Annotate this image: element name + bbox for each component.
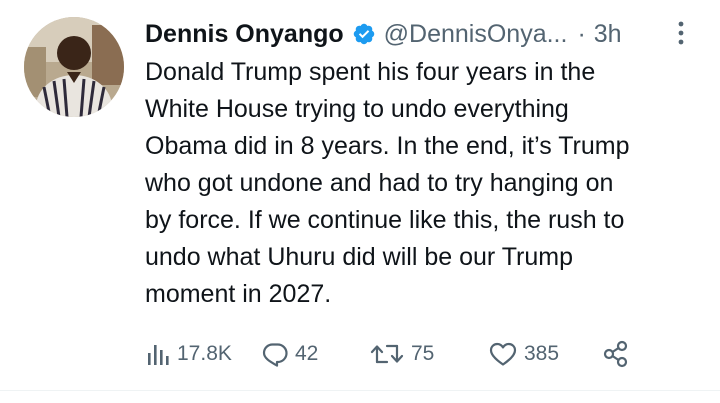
retweet-button[interactable]: 75: [369, 333, 434, 375]
tweet-text: Donald Trump spent his four years in the…: [145, 58, 630, 308]
heart-icon: [488, 340, 518, 368]
tweet-divider: [0, 390, 720, 391]
tweet-actions-bar: 17.8K 42 75 385: [0, 333, 720, 375]
views-count: 17.8K: [177, 342, 232, 365]
share-button[interactable]: [601, 333, 631, 375]
replies-count: 42: [295, 342, 319, 365]
share-icon: [601, 339, 631, 369]
retweets-count: 75: [411, 342, 435, 365]
header-separator: ·: [577, 19, 586, 48]
analytics-icon: [145, 341, 171, 367]
like-button[interactable]: 385: [488, 333, 559, 375]
reply-icon: [261, 340, 289, 368]
author-display-name[interactable]: Dennis Onyango: [145, 20, 344, 49]
tweet-timestamp[interactable]: 3h: [594, 20, 622, 49]
avatar[interactable]: [24, 17, 124, 117]
author-handle[interactable]: @DennisOnya...: [384, 20, 568, 49]
verified-badge-icon: [352, 22, 376, 46]
tweet-card[interactable]: Dennis Onyango @DennisOnya... · 3h Donal…: [0, 0, 720, 403]
views-button[interactable]: 17.8K: [145, 333, 232, 375]
retweet-icon: [369, 340, 405, 368]
more-options-icon[interactable]: [673, 20, 689, 46]
tweet-header: Dennis Onyango @DennisOnya... · 3h: [145, 14, 705, 54]
reply-button[interactable]: 42: [261, 333, 318, 375]
likes-count: 385: [524, 342, 560, 365]
